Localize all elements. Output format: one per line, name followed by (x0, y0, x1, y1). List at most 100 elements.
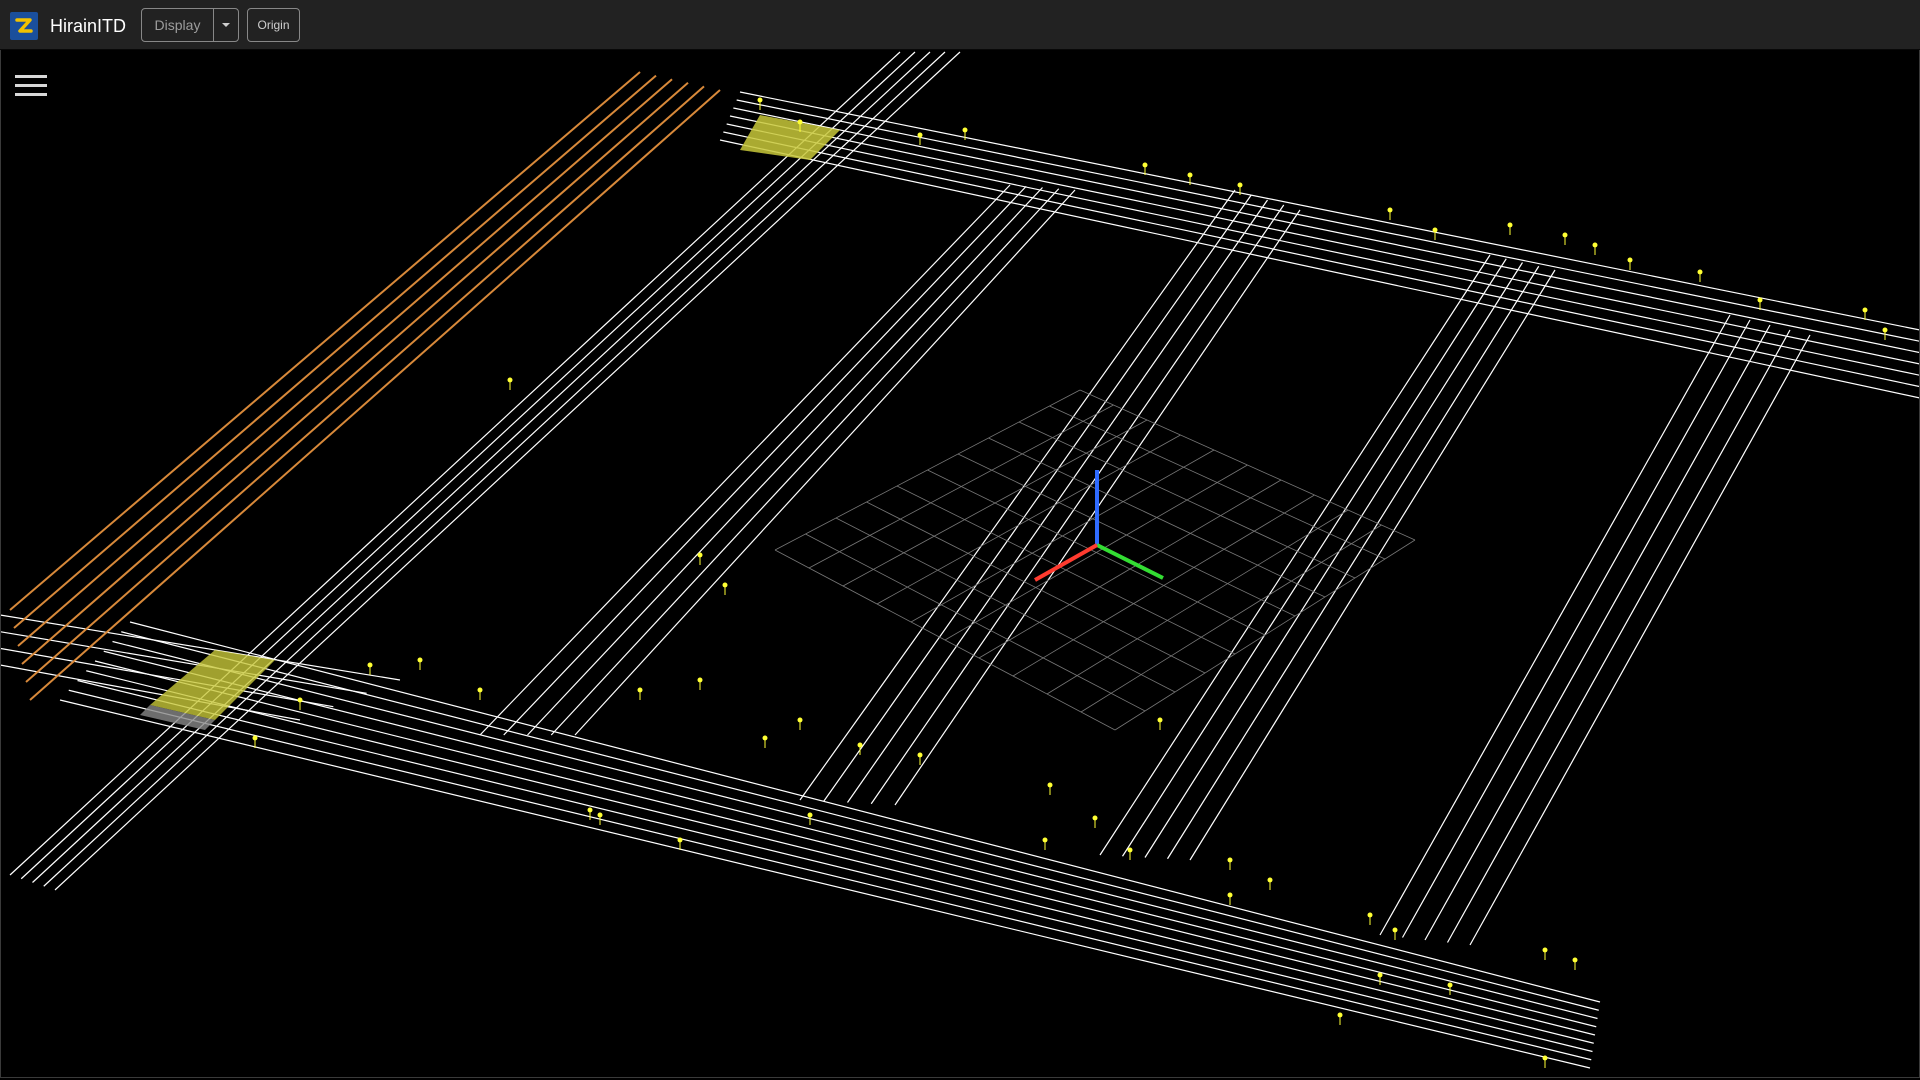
traffic-signal (1042, 837, 1048, 843)
traffic-signal (1377, 972, 1383, 978)
traffic-signal (1542, 1055, 1548, 1061)
road-network-scene (0, 51, 1920, 1069)
traffic-signal (807, 812, 813, 818)
traffic-signal (1757, 297, 1763, 303)
traffic-signal (1092, 815, 1098, 821)
app-title: HirainITD (50, 15, 127, 36)
lane-line (1144, 262, 1524, 858)
traffic-signal (1627, 257, 1633, 263)
traffic-signal (1227, 857, 1233, 863)
lane-line (527, 187, 1043, 736)
brand[interactable]: HirainITD (10, 12, 126, 40)
traffic-signal (677, 837, 683, 843)
highlighted-lanes (9, 71, 721, 701)
map-3d-viewport[interactable] (0, 50, 1920, 1080)
lane-line (723, 131, 1920, 388)
traffic-signal (1507, 222, 1513, 228)
traffic-signal (587, 807, 593, 813)
traffic-signal (1157, 717, 1163, 723)
traffic-signals (252, 97, 1888, 1068)
lane-line (823, 194, 1252, 802)
traffic-signal (367, 662, 373, 668)
traffic-signal (1127, 847, 1133, 853)
lane-line (1446, 329, 1791, 943)
traffic-signal (697, 552, 703, 558)
traffic-signal (962, 127, 968, 133)
traffic-signal (757, 97, 763, 103)
lane-line (9, 71, 641, 611)
top-navbar: HirainITD Display Origin (0, 0, 1920, 50)
lane-line (29, 89, 721, 701)
lane-line (726, 123, 1920, 376)
traffic-signal (1187, 172, 1193, 178)
hamburger-menu-icon[interactable] (15, 75, 47, 99)
lane-line (94, 660, 1596, 1036)
lane-line (21, 82, 689, 665)
lane-line (9, 51, 901, 876)
traffic-signal (1592, 242, 1598, 248)
lane-line (503, 185, 1027, 736)
lane-line (729, 115, 1920, 365)
traffic-signal (1447, 982, 1453, 988)
lane-line (1401, 319, 1751, 938)
ground-grid (774, 389, 1416, 731)
traffic-signal (1047, 782, 1053, 788)
traffic-signal (1542, 947, 1548, 953)
lane-line (574, 189, 1076, 736)
lane-line (1469, 334, 1811, 946)
lane-line (129, 621, 1601, 1003)
lane-line (799, 189, 1236, 801)
lane-line (68, 689, 1592, 1061)
lane-line (550, 188, 1060, 736)
lane-line (733, 107, 1920, 354)
traffic-signal (1337, 1012, 1343, 1018)
hirain-logo-icon (10, 12, 38, 40)
traffic-signal (417, 657, 423, 663)
traffic-signal (597, 812, 603, 818)
display-dropdown-toggle[interactable] (213, 8, 239, 42)
traffic-signal (697, 677, 703, 683)
traffic-signal (1882, 327, 1888, 333)
y-axis (1096, 543, 1164, 580)
traffic-signal (1237, 182, 1243, 188)
lane-line (32, 51, 931, 883)
traffic-signal (1697, 269, 1703, 275)
lane-line (479, 184, 1011, 736)
traffic-signal (1572, 957, 1578, 963)
x-axis (1034, 543, 1098, 582)
lane-line (1121, 258, 1507, 857)
lane-lines (0, 51, 1920, 1069)
lane-line (736, 99, 1920, 342)
traffic-signal (1267, 877, 1273, 883)
lane-line (1379, 314, 1731, 936)
lane-line (112, 640, 1598, 1020)
lane-line (1424, 324, 1771, 941)
traffic-signal (1142, 162, 1148, 168)
traffic-signal (297, 697, 303, 703)
lane-line (1189, 269, 1556, 861)
traffic-signal (857, 742, 863, 748)
traffic-signal (1562, 232, 1568, 238)
caret-down-icon (222, 23, 230, 27)
traffic-signal (1367, 912, 1373, 918)
lane-line (1166, 265, 1540, 860)
traffic-signal (797, 119, 803, 125)
lane-line (103, 650, 1597, 1028)
lane-line (1099, 254, 1491, 856)
traffic-signal (917, 752, 923, 758)
traffic-signal (507, 377, 513, 383)
traffic-signal (917, 132, 923, 138)
traffic-signal (762, 735, 768, 741)
lane-line (17, 78, 673, 647)
display-button[interactable]: Display (141, 8, 214, 42)
crosswalks (140, 115, 840, 730)
lane-line (847, 199, 1268, 803)
traffic-signal (722, 582, 728, 588)
lane-line (13, 74, 657, 629)
origin-button[interactable]: Origin (247, 8, 300, 42)
traffic-signal (797, 717, 803, 723)
lane-line (25, 85, 705, 683)
lane-line (739, 91, 1920, 331)
traffic-signal (477, 687, 483, 693)
lane-line (77, 679, 1593, 1053)
